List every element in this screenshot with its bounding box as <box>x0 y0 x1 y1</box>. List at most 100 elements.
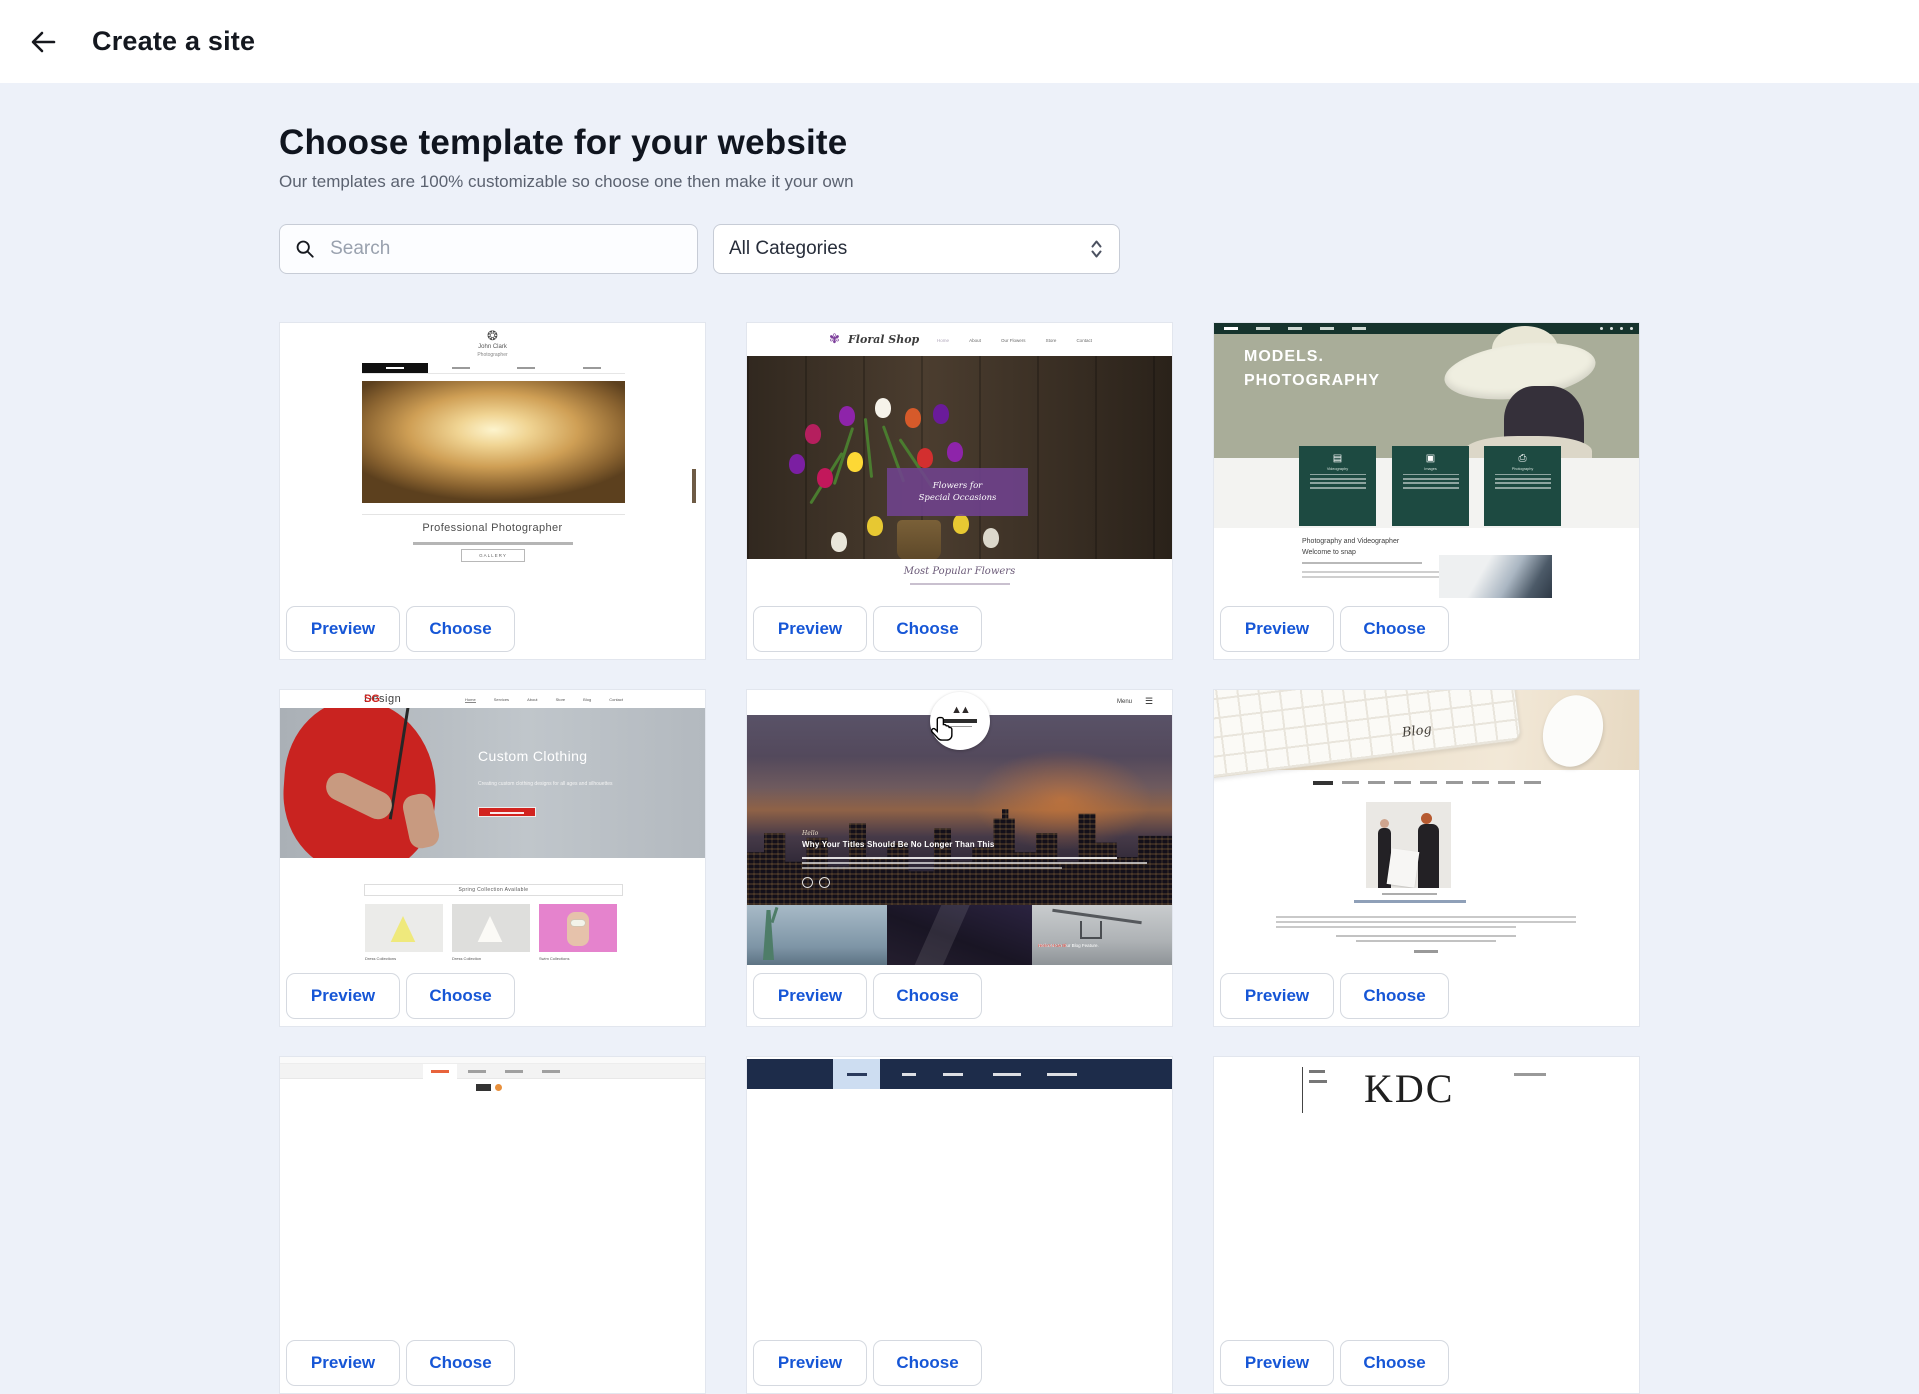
template-preview-floral-shop: ✾ Floral Shop Home About Our Flowers Sto… <box>747 323 1172 598</box>
gallery-button: GALLERY <box>461 549 525 562</box>
milky-way-streak <box>910 905 970 965</box>
feature-card: ▣ Images <box>1392 446 1469 526</box>
banner-line: Flowers for <box>933 480 983 492</box>
template-card-navy-nav: Preview Choose <box>746 1056 1173 1394</box>
category-select[interactable]: All Categories <box>713 224 1120 274</box>
back-button[interactable] <box>22 21 64 63</box>
search-box[interactable] <box>279 224 698 274</box>
nav-item <box>902 1073 916 1076</box>
camera-icon: ⎙ <box>1484 453 1561 464</box>
nav-tab <box>534 1064 568 1079</box>
social-icon <box>1600 327 1603 330</box>
text-line-placeholder <box>1276 921 1576 923</box>
product-caption: Swim Collections <box>539 956 569 961</box>
preview-button[interactable]: Preview <box>753 1340 867 1386</box>
preview-button[interactable]: Preview <box>286 1340 400 1386</box>
product-thumb <box>452 904 530 952</box>
nav-item <box>1224 327 1238 330</box>
nav-item <box>1256 327 1270 330</box>
preview-button[interactable]: Preview <box>286 973 400 1019</box>
white-dress <box>476 916 504 942</box>
search-input[interactable] <box>328 237 682 261</box>
text-line-placeholder <box>1336 935 1516 937</box>
thumb-statue-of-liberty <box>747 905 887 965</box>
template-card-orange-tabs: Preview Choose <box>279 1056 706 1394</box>
tulip <box>847 452 863 472</box>
preview-button[interactable]: Preview <box>1220 606 1334 652</box>
template-topbar <box>1214 323 1639 334</box>
text-line-placeholder <box>948 726 972 728</box>
hero-title: Custom Clothing <box>478 748 588 764</box>
text-line-placeholder <box>943 719 977 723</box>
text-line-placeholder <box>1276 926 1516 928</box>
feature-title: Images <box>1392 467 1469 471</box>
card-actions: Preview Choose <box>747 598 1172 659</box>
template-nav <box>362 363 625 374</box>
choose-button[interactable]: Choose <box>1340 973 1449 1019</box>
nav-item: Home <box>937 338 949 343</box>
template-nav: Home Services About Store Blog Contact <box>465 697 623 703</box>
tulip <box>953 514 969 534</box>
choose-button[interactable]: Choose <box>873 973 982 1019</box>
template-topstrip <box>280 1057 705 1064</box>
flower-logo-icon: ✾ <box>829 331 840 347</box>
choose-button[interactable]: Choose <box>873 606 982 652</box>
card-actions: Preview Choose <box>280 1332 705 1393</box>
ski-lift-chair <box>1080 921 1102 939</box>
salon-photo <box>1366 802 1451 888</box>
preview-button[interactable]: Preview <box>1220 973 1334 1019</box>
page-header-title: Create a site <box>92 26 255 57</box>
template-brand: KDC <box>1364 1065 1454 1112</box>
nav-item: About <box>527 697 537 703</box>
template-site-name: John Clark <box>280 344 705 350</box>
template-card-models-photography: MODELS. PHOTOGRAPHY ▤ Videography ▣ Imag… <box>1213 322 1640 660</box>
card-actions: Preview Choose <box>747 965 1172 1026</box>
feature-card: ⎙ Photography <box>1484 446 1561 526</box>
choose-button[interactable]: Choose <box>1340 1340 1449 1386</box>
preview-button[interactable]: Preview <box>753 973 867 1019</box>
nav-item <box>428 363 494 373</box>
template-preview-sg-design: SG Design Home Services About Store Blog… <box>280 690 705 965</box>
choose-button[interactable]: Choose <box>873 1340 982 1386</box>
choose-button[interactable]: Choose <box>406 1340 515 1386</box>
desk-cube <box>1387 848 1420 888</box>
template-preview-photographer: ❂ John Clark Photographer Professional P… <box>280 323 705 598</box>
template-brand: SG Design <box>364 693 401 705</box>
tulip <box>805 424 821 444</box>
nav-tab-active <box>833 1059 880 1089</box>
choose-button[interactable]: Choose <box>406 606 515 652</box>
site-logo-badge: ▲▲ <box>930 692 990 750</box>
nav-item <box>1309 1080 1327 1083</box>
template-preview-navy-nav <box>747 1057 1172 1332</box>
section-title: Most Popular Flowers <box>747 566 1172 577</box>
preview-button[interactable]: Preview <box>1220 1340 1334 1386</box>
card-actions: Preview Choose <box>747 1332 1172 1393</box>
brand-accent: SG <box>364 693 380 705</box>
template-preview-models-photography: MODELS. PHOTOGRAPHY ▤ Videography ▣ Imag… <box>1214 323 1639 598</box>
nav-item: Contact <box>609 697 623 703</box>
choose-button[interactable]: Choose <box>1340 606 1449 652</box>
card-actions: Preview Choose <box>280 598 705 659</box>
about-title: Photography and Videographer <box>1302 538 1399 545</box>
template-grid: ❂ John Clark Photographer Professional P… <box>279 322 1640 1394</box>
feature-card: ▤ Videography <box>1299 446 1376 526</box>
choose-button[interactable]: Choose <box>406 973 515 1019</box>
template-card-photographer: ❂ John Clark Photographer Professional P… <box>279 322 706 660</box>
portrait-photo <box>1439 555 1552 598</box>
product-caption: Dress Collection <box>452 956 481 961</box>
template-card-floral-shop: ✾ Floral Shop Home About Our Flowers Sto… <box>746 322 1173 660</box>
text-line-placeholder <box>1382 893 1437 895</box>
nav-item-active <box>362 363 428 373</box>
hero-title-line: MODELS. <box>1244 348 1324 366</box>
product-thumb <box>365 904 443 952</box>
preview-button[interactable]: Preview <box>286 606 400 652</box>
template-preview-kdc: KDC <box>1214 1057 1639 1332</box>
template-logo-dot <box>495 1084 502 1091</box>
nav-tab <box>497 1064 531 1079</box>
swimsuit-model <box>567 912 589 946</box>
divider <box>362 514 625 515</box>
text-line-placeholder <box>1356 940 1496 942</box>
preview-button[interactable]: Preview <box>753 606 867 652</box>
desk-photo: Blog <box>1214 690 1639 770</box>
template-nav <box>1214 781 1639 785</box>
